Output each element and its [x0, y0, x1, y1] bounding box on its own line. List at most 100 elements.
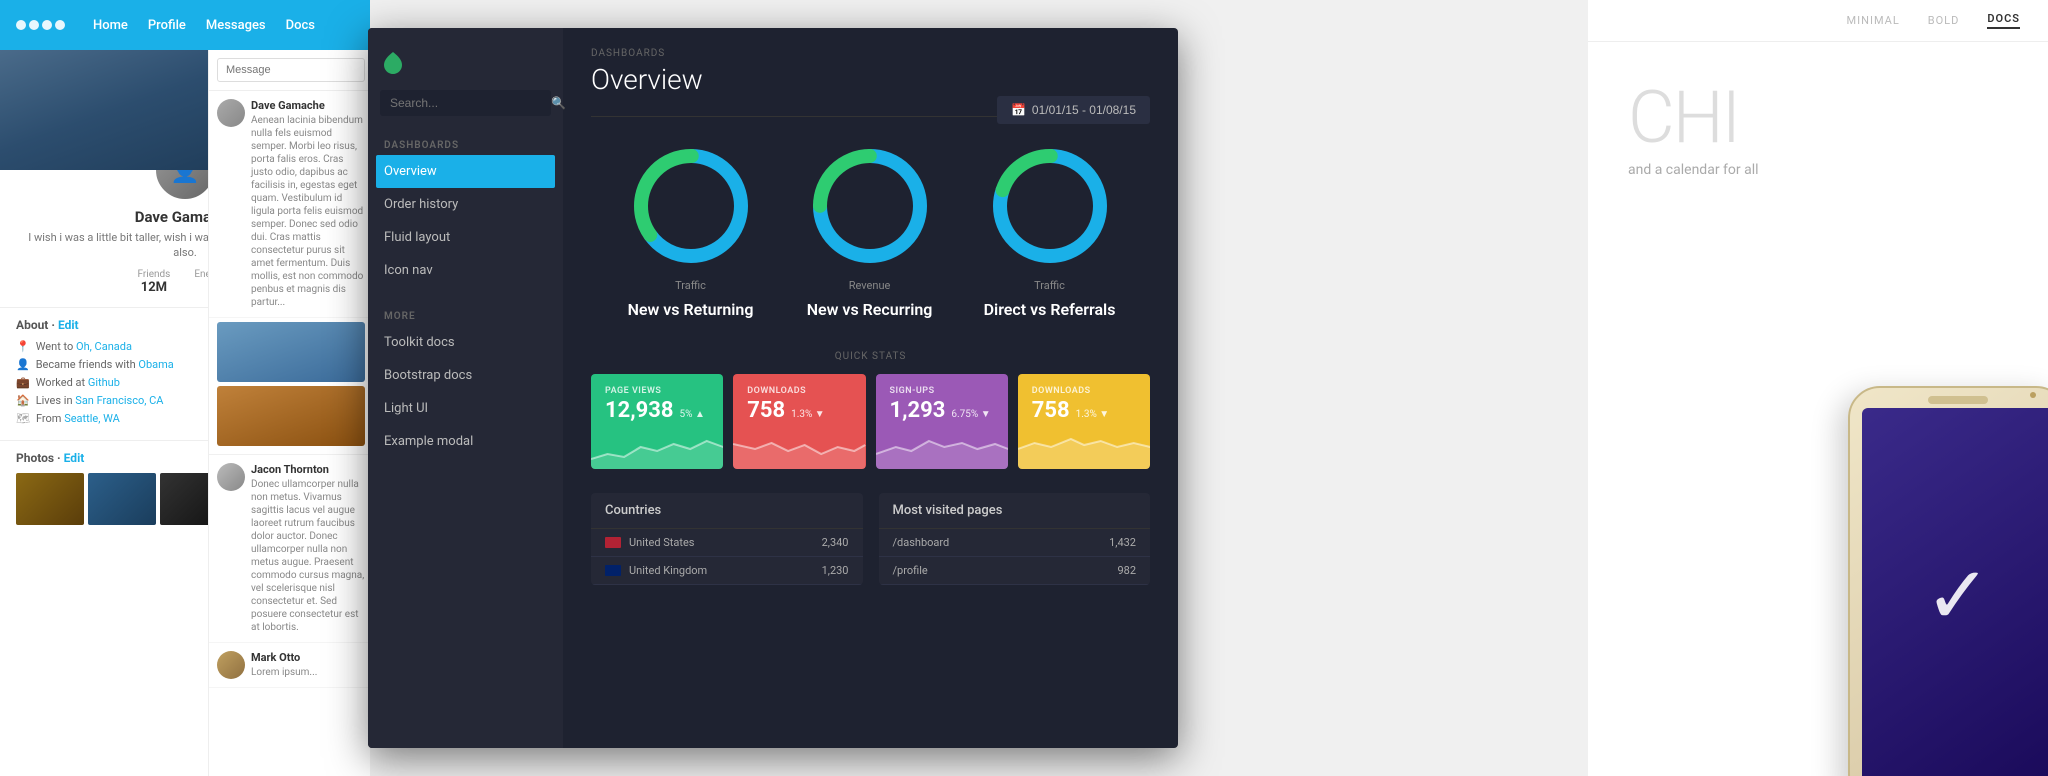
nav-home[interactable]: Home: [93, 18, 128, 33]
photo-thumb-2[interactable]: [88, 473, 156, 525]
chat-content-1: Jacon Thornton Donec ullamcorper nulla n…: [251, 463, 365, 634]
stat-change-1: 1.3% ▼: [791, 409, 825, 420]
visited-row-0: /dashboard 1,432: [879, 529, 1151, 557]
stat-label-0: PAGE VIEWS: [605, 386, 709, 396]
phone-outer-shell: ✓: [1848, 386, 2048, 776]
stat-change-3: 1.3% ▼: [1076, 409, 1110, 420]
chat-content-0: Dave Gamache Aenean lacinia bibendum nul…: [251, 99, 365, 309]
nav-profile[interactable]: Profile: [148, 18, 186, 33]
chat-content-2: Mark Otto Lorem ipsum...: [251, 651, 365, 679]
right-nav-docs[interactable]: DOCS: [1987, 12, 2020, 29]
about-edit-link[interactable]: Edit: [58, 318, 79, 332]
chat-avatar-1: [217, 463, 245, 491]
photo-thumb-1[interactable]: [16, 473, 84, 525]
quick-stats-label: QUICK STATS: [591, 351, 1150, 362]
chat-panel: Dave Gamache Aenean lacinia bibendum nul…: [208, 50, 370, 776]
breadcrumb: DASHBOARDS: [591, 48, 1150, 59]
stats-row: PAGE VIEWS 12,938 5% ▲: [591, 374, 1150, 469]
donut-svg-3: [985, 141, 1115, 271]
right-nav-bar: MINIMAL BOLD DOCS: [1588, 0, 2048, 42]
chart-1-category: Traffic: [675, 279, 706, 292]
stat-label-2: SIGN-UPS: [890, 386, 994, 396]
sidebar-search[interactable]: 🔍: [380, 90, 551, 116]
charts-row: Traffic New vs Returning Revenue New vs …: [591, 141, 1150, 319]
sidebar-item-icon-nav[interactable]: Icon nav: [368, 254, 563, 287]
chart-1-title: New vs Returning: [628, 300, 754, 319]
wave-2: [876, 429, 1008, 469]
logo[interactable]: [16, 20, 65, 30]
right-big-title: CHI: [1628, 82, 2008, 154]
work-icon: 💼: [16, 376, 30, 389]
stat-value-0: 12,938: [605, 398, 674, 423]
right-nav-minimal[interactable]: MINIMAL: [1847, 14, 1900, 27]
about-text-3: Lives in San Francisco, CA: [36, 394, 164, 407]
phone-screen: ✓: [1862, 408, 2048, 776]
date-range-label: 01/01/15 - 01/08/15: [1032, 103, 1136, 117]
page-title: Overview: [591, 63, 1150, 96]
wave-1: [733, 429, 865, 469]
dashboards-section-label: DASHBOARDS: [368, 132, 563, 155]
chart-revenue-recurring: Revenue New vs Recurring: [805, 141, 935, 319]
stat-value-2: 1,293: [890, 398, 946, 423]
most-visited-table: Most visited pages /dashboard 1,432 /pro…: [879, 493, 1151, 585]
date-picker-button[interactable]: 📅 01/01/15 - 01/08/15: [997, 96, 1150, 124]
wave-0: [591, 429, 723, 469]
chat-item-0[interactable]: Dave Gamache Aenean lacinia bibendum nul…: [209, 91, 370, 318]
tables-row: Countries United States 2,340 United Kin…: [591, 493, 1150, 585]
donut-svg-2: [805, 141, 935, 271]
sidebar-item-toolkit[interactable]: Toolkit docs: [368, 326, 563, 359]
chart-3-category: Traffic: [1034, 279, 1065, 292]
nav-docs[interactable]: Docs: [286, 18, 315, 33]
stat-card-pageviews: PAGE VIEWS 12,938 5% ▲: [591, 374, 723, 469]
sidebar-item-order-history[interactable]: Order history: [368, 188, 563, 221]
left-nav-bar: Home Profile Messages Docs: [0, 0, 370, 50]
home-icon: 🏠: [16, 394, 30, 407]
phone-notch: [1928, 396, 1988, 404]
chart-2-title: New vs Recurring: [807, 300, 933, 319]
left-social-panel: Home Profile Messages Docs 👤 Dave Gamach…: [0, 0, 370, 776]
sidebar-item-overview[interactable]: Overview: [376, 155, 555, 188]
sidebar-search-input[interactable]: [390, 96, 545, 110]
photos-edit-link[interactable]: Edit: [64, 451, 85, 465]
stat-card-signups: SIGN-UPS 1,293 6.75% ▼: [876, 374, 1008, 469]
sidebar-item-example-modal[interactable]: Example modal: [368, 425, 563, 458]
sidebar-item-fluid-layout[interactable]: Fluid layout: [368, 221, 563, 254]
calendar-icon: 📅: [1011, 103, 1026, 117]
phone-camera: [2030, 392, 2036, 398]
flag-us: [605, 537, 621, 548]
countries-table-header: Countries: [591, 493, 863, 529]
stat-change-0: 5% ▲: [680, 409, 705, 420]
chart-traffic-referrals: Traffic Direct vs Referrals: [984, 141, 1116, 319]
chat-item-1[interactable]: Jacon Thornton Donec ullamcorper nulla n…: [209, 455, 370, 643]
chat-item-2[interactable]: Mark Otto Lorem ipsum...: [209, 643, 370, 688]
person-icon: 👤: [16, 358, 30, 371]
sidebar-item-light-ui[interactable]: Light UI: [368, 392, 563, 425]
chat-input-area: [209, 50, 370, 91]
dash-logo-icon: [384, 52, 402, 74]
about-text-4: From Seattle, WA: [36, 412, 120, 425]
table-row-0: United States 2,340: [591, 529, 863, 557]
sidebar-item-bootstrap[interactable]: Bootstrap docs: [368, 359, 563, 392]
dashboard-sidebar: 🔍 DASHBOARDS Overview Order history Flui…: [368, 28, 563, 748]
friends-stat: Friends 12M: [137, 269, 170, 295]
phone-mockup: ✓: [1668, 176, 2048, 776]
visited-row-1: /profile 982: [879, 557, 1151, 585]
nav-messages[interactable]: Messages: [206, 18, 266, 33]
stat-change-2: 6.75% ▼: [951, 409, 990, 420]
stat-label-1: DOWNLOADS: [747, 386, 851, 396]
table-row-1: United Kingdom 1,230: [591, 557, 863, 585]
chat-img-item: [209, 318, 370, 455]
about-text-2: Worked at Github: [36, 376, 120, 389]
stat-card-downloads-red: DOWNLOADS 758 1.3% ▼: [733, 374, 865, 469]
chat-avatar-0: [217, 99, 245, 127]
donut-2: [805, 141, 935, 271]
right-nav-bold[interactable]: BOLD: [1928, 14, 1960, 27]
chat-image-1: [217, 322, 365, 382]
chart-3-title: Direct vs Referrals: [984, 300, 1116, 319]
chart-traffic-returning: Traffic New vs Returning: [626, 141, 756, 319]
wave-3: [1018, 429, 1150, 469]
message-input[interactable]: [217, 58, 365, 82]
map-icon: 🗺: [16, 412, 30, 425]
countries-table: Countries United States 2,340 United Kin…: [591, 493, 863, 585]
stat-value-3: 758: [1032, 398, 1070, 423]
